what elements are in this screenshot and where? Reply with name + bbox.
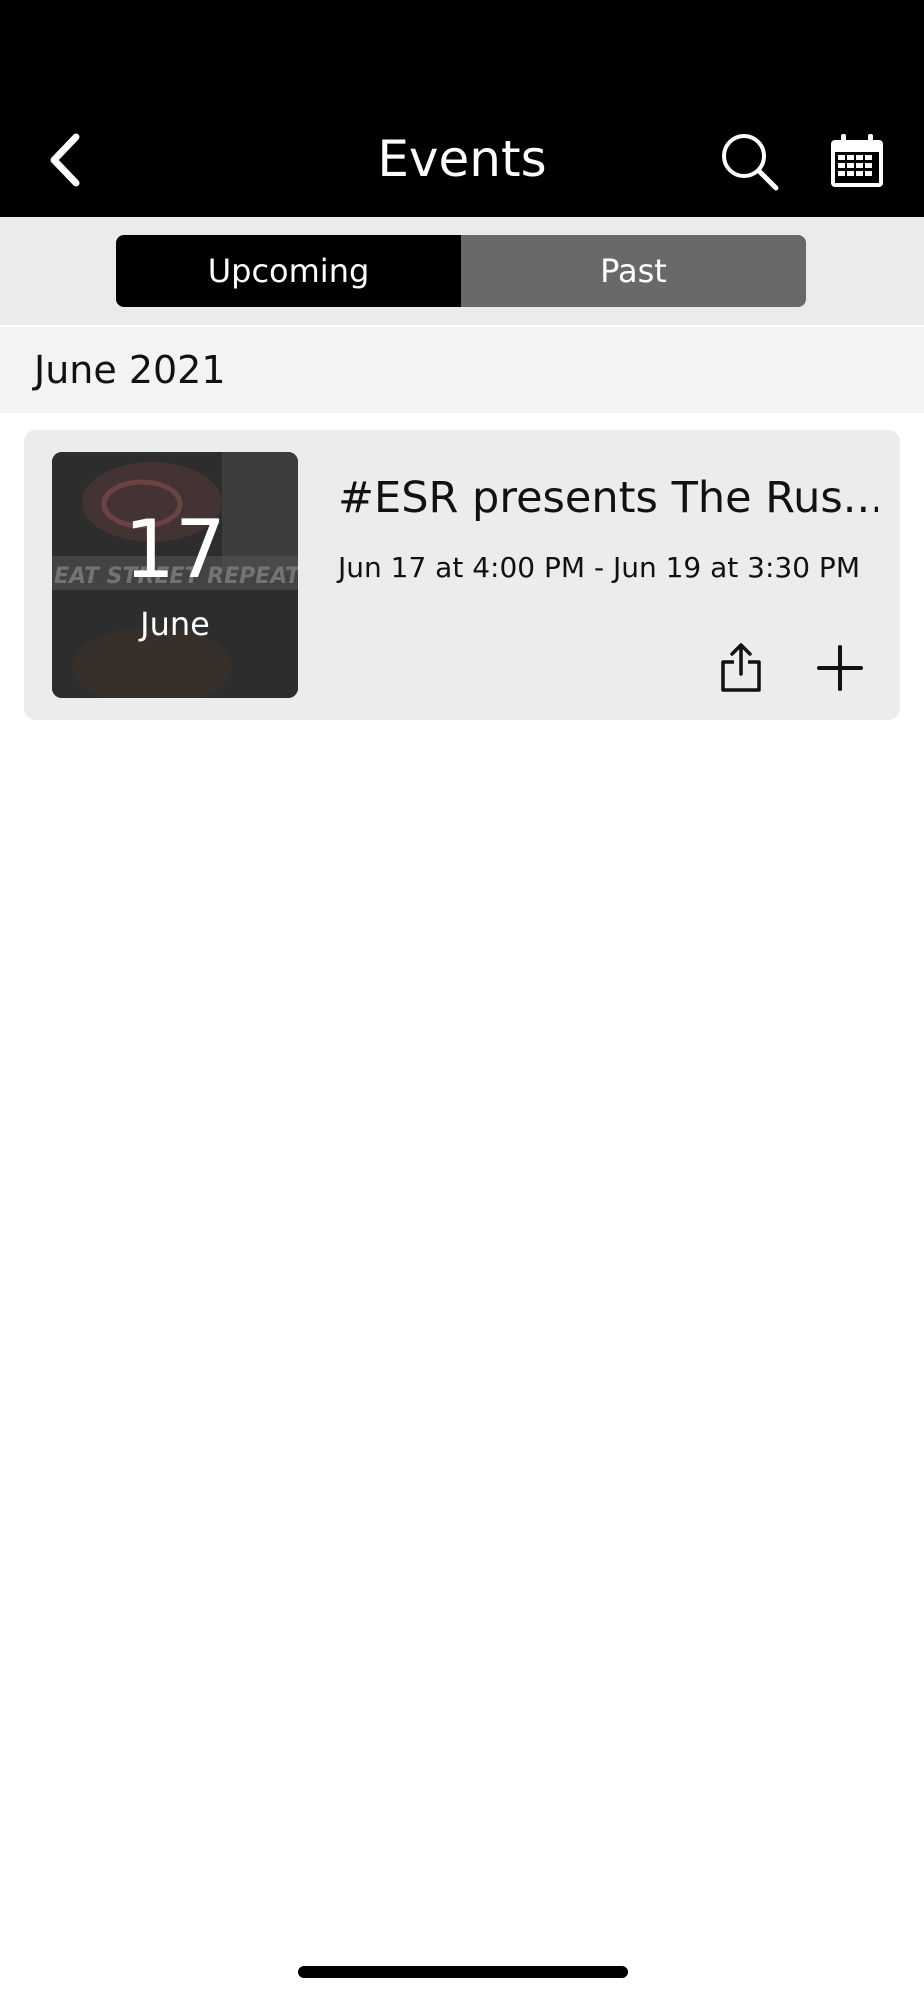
event-month: June <box>140 605 210 643</box>
share-icon <box>721 643 761 692</box>
app-header: Events <box>0 0 924 217</box>
search-button[interactable] <box>718 130 780 192</box>
share-button[interactable] <box>718 642 764 694</box>
tab-past[interactable]: Past <box>461 235 806 307</box>
month-section-header: June 2021 <box>0 327 924 413</box>
event-day: 17 <box>124 503 226 596</box>
search-icon <box>722 134 779 191</box>
tab-upcoming[interactable]: Upcoming <box>116 235 461 307</box>
event-dates: Jun 17 at 4:00 PM - Jun 19 at 3:30 PM <box>338 551 860 584</box>
segmented-control: Upcoming Past <box>116 235 806 307</box>
plus-icon <box>817 645 863 691</box>
event-card[interactable]: EAT STREET REPEAT 17 June #ESR presents … <box>24 430 900 720</box>
calendar-button[interactable] <box>828 132 886 190</box>
segment-bar: Upcoming Past <box>0 217 924 325</box>
month-label: June 2021 <box>34 348 226 392</box>
event-title: #ESR presents The Rus... <box>338 473 878 523</box>
event-thumbnail: EAT STREET REPEAT 17 June <box>52 452 298 698</box>
calendar-icon <box>831 134 883 187</box>
add-to-calendar-button[interactable] <box>816 644 864 692</box>
page-title: Events <box>377 130 547 188</box>
home-indicator[interactable] <box>298 1966 628 1978</box>
